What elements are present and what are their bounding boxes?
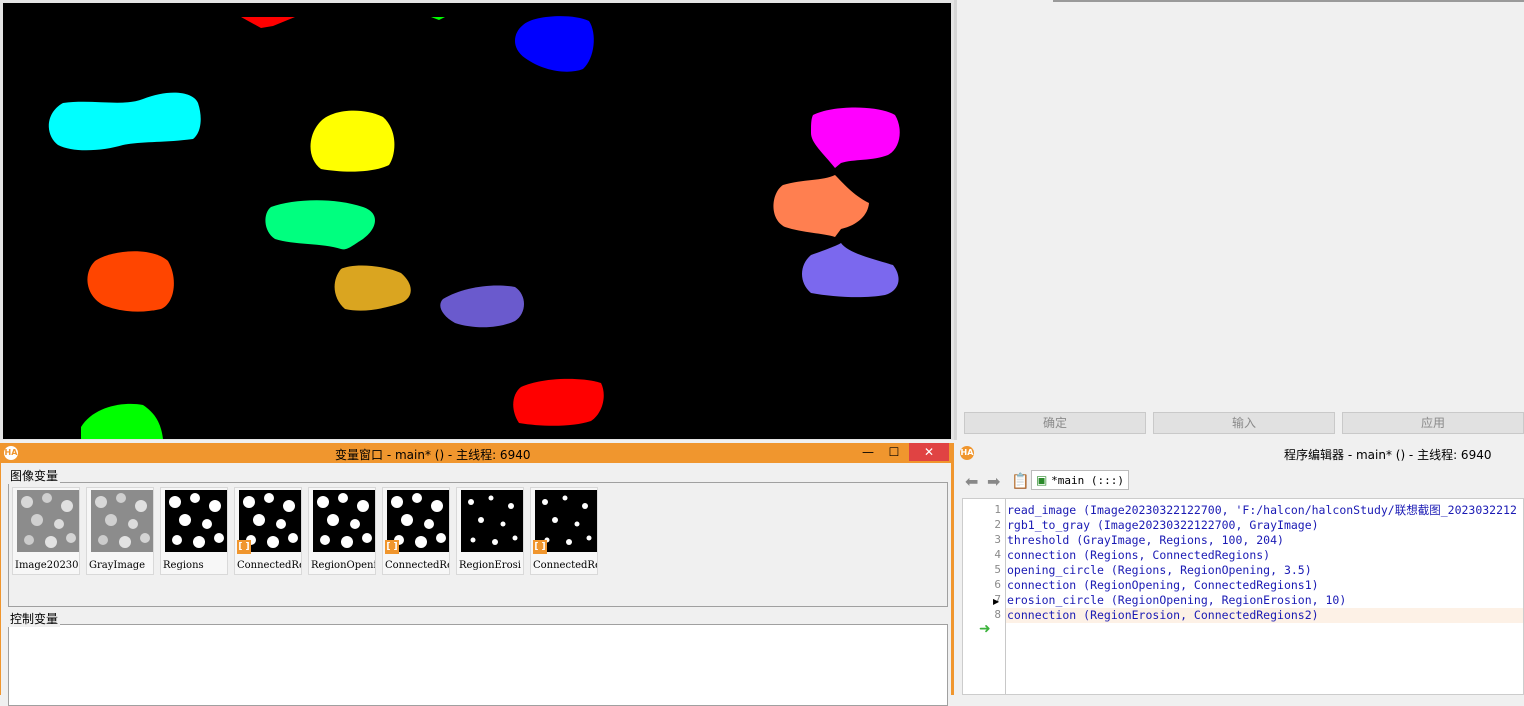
code-line[interactable]: threshold (GrayImage, Regions, 100, 204) — [1007, 533, 1284, 548]
line-number: 5 — [994, 563, 1001, 576]
line-number: 1 — [994, 503, 1001, 516]
code-line[interactable]: connection (Regions, ConnectedRegions) — [1007, 548, 1270, 563]
thumbnail-image[interactable]: Image2023032 — [12, 487, 80, 575]
thumbnail-regions[interactable]: Regions — [160, 487, 228, 575]
thumbnail-preview — [461, 490, 523, 552]
code-line[interactable]: read_image (Image20230322122700, 'F:/hal… — [1007, 503, 1517, 518]
iconic-variables-label: 图像变量 — [8, 467, 61, 484]
line-number: 8 — [994, 608, 1001, 621]
input-button[interactable]: 输入 — [1153, 412, 1335, 434]
code-line[interactable]: erosion_circle (RegionOpening, RegionEro… — [1007, 593, 1346, 608]
region-red-top — [241, 17, 295, 28]
program-counter-icon: ➜ — [979, 621, 991, 637]
thumbnail-connectedregions1[interactable]: [ ] ConnectedRe — [382, 487, 450, 575]
thumbnail-preview — [91, 490, 153, 552]
line-number: 4 — [994, 548, 1001, 561]
tuple-tag-icon: [ ] — [237, 540, 251, 554]
procedure-tab[interactable]: ▣ *main (:::) — [1031, 470, 1130, 490]
line-gutter: 1 2 3 4 5 6 7 8 ▶ ➜ — [963, 499, 1006, 694]
region-spring-green — [265, 200, 376, 250]
region-yellow — [310, 110, 395, 172]
panel-top-border — [1053, 0, 1524, 2]
procedure-tab-label: *main (:::) — [1051, 474, 1125, 487]
control-variables-label: 控制变量 — [8, 610, 61, 627]
code-line[interactable]: connection (RegionOpening, ConnectedRegi… — [1007, 578, 1319, 593]
close-icon[interactable]: ✕ — [909, 443, 949, 461]
thumbnail-preview — [17, 490, 79, 552]
minimize-icon[interactable]: — — [857, 443, 879, 461]
tuple-tag-icon: [ ] — [385, 540, 399, 554]
region-green-bottom — [81, 403, 163, 439]
region-slateblue — [802, 243, 899, 298]
line-number: 2 — [994, 518, 1001, 531]
apply-button[interactable]: 应用 — [1342, 412, 1524, 434]
thumbnail-label: ConnectedRe — [237, 560, 301, 571]
procedure-icon: ▣ — [1036, 473, 1048, 487]
program-editor: HA 程序编辑器 - main* () - 主线程: 6940 ⬅ ➡ 📋 ▣ … — [957, 443, 1524, 695]
control-variables-group[interactable] — [8, 624, 948, 706]
region-display — [48, 16, 900, 439]
forward-arrow-icon[interactable]: ➡ — [987, 472, 1000, 491]
code-line[interactable]: connection (RegionErosion, ConnectedRegi… — [1007, 608, 1319, 623]
line-number: 3 — [994, 533, 1001, 546]
back-arrow-icon[interactable]: ⬅ — [965, 472, 978, 491]
thumbnail-connectedregions2[interactable]: [ ] ConnectedRe — [530, 487, 598, 575]
variable-window-title: 变量窗口 - main* () - 主线程: 6940 — [335, 448, 531, 462]
program-editor-titlebar[interactable]: HA 程序编辑器 - main* () - 主线程: 6940 — [957, 443, 1524, 463]
halcon-logo-icon: HA — [4, 446, 18, 460]
thumbnail-label: ConnectedRe — [533, 560, 597, 571]
region-darkslateblue — [440, 285, 524, 328]
region-goldenrod — [334, 265, 411, 311]
region-red-bottom — [513, 378, 604, 426]
thumbnail-label: RegionOpeni — [311, 560, 375, 571]
thumbnail-preview — [313, 490, 375, 552]
thumbnail-label: ConnectedRe — [385, 560, 449, 571]
thumbnail-connectedregions[interactable]: [ ] ConnectedRe — [234, 487, 302, 575]
parameter-panel: 确定 输入 应用 — [954, 0, 1524, 440]
editor-toolbar: ⬅ ➡ 📋 ▣ *main (:::) — [957, 467, 1524, 493]
program-editor-title: 程序编辑器 - main* () - 主线程: 6940 — [1284, 448, 1492, 462]
region-orangered — [87, 251, 174, 312]
thumbnail-preview — [165, 490, 227, 552]
thumbnail-label: GrayImage — [89, 560, 146, 571]
graphics-window[interactable] — [0, 0, 954, 440]
code-area[interactable]: 1 2 3 4 5 6 7 8 ▶ ➜ read_image (Image202… — [962, 498, 1524, 695]
thumbnail-regionopening[interactable]: RegionOpeni — [308, 487, 376, 575]
thumbnail-label: RegionErosi — [459, 560, 521, 571]
graphics-canvas[interactable] — [3, 3, 951, 439]
code-line[interactable]: opening_circle (Regions, RegionOpening, … — [1007, 563, 1312, 578]
clipboard-icon[interactable]: 📋 — [1011, 472, 1030, 490]
variable-window-titlebar[interactable]: HA 变量窗口 - main* () - 主线程: 6940 — ☐ ✕ — [1, 443, 953, 463]
maximize-icon[interactable]: ☐ — [883, 443, 905, 461]
region-coral — [773, 175, 869, 237]
region-magenta — [811, 107, 900, 168]
thumbnail-grayimage[interactable]: GrayImage — [86, 487, 154, 575]
region-cyan — [48, 92, 201, 151]
line-number: 6 — [994, 578, 1001, 591]
thumbnail-label: Image2023032 — [15, 560, 79, 571]
region-green-top — [431, 17, 445, 20]
insert-cursor-icon: ▶ — [993, 597, 1000, 606]
code-line[interactable]: rgb1_to_gray (Image20230322122700, GrayI… — [1007, 518, 1319, 533]
halcon-logo-icon: HA — [960, 446, 974, 460]
thumbnail-regionerosion[interactable]: RegionErosi — [456, 487, 524, 575]
thumbnail-label: Regions — [163, 560, 204, 571]
tuple-tag-icon: [ ] — [533, 540, 547, 554]
region-blue — [515, 16, 594, 72]
confirm-button[interactable]: 确定 — [964, 412, 1146, 434]
